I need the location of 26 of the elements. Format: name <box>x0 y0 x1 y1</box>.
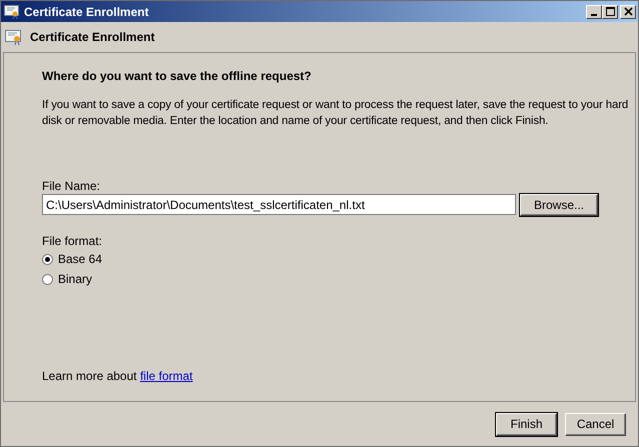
file-name-label: File Name: <box>42 179 102 193</box>
header-title: Certificate Enrollment <box>30 30 155 44</box>
radio-icon[interactable] <box>42 274 53 284</box>
description: If you want to save a copy of your certificate request or want to process the request later, save the request to your hard disk or removable media. Enter the location and name of your certificate request, and then click Finish. <box>42 98 630 129</box>
certificate-icon <box>4 4 20 18</box>
certificate-icon <box>5 29 23 45</box>
file-name-field[interactable]: C:\Users\Administrator\Documents\test_sslcertificaten_nl.txt <box>42 194 516 215</box>
file-format-label: File format: <box>42 234 104 248</box>
radio-label: Base 64 <box>58 252 102 266</box>
close-icon <box>624 7 632 16</box>
close-button[interactable] <box>620 4 636 18</box>
heading: Where do you want to save the offline request? <box>42 69 312 83</box>
window-title: Certificate Enrollment <box>24 4 149 18</box>
maximize-button[interactable] <box>602 4 618 18</box>
radio-option[interactable]: Binary <box>42 270 615 288</box>
browse-button[interactable]: Browse... <box>520 194 598 216</box>
cancel-button[interactable]: Cancel <box>565 412 626 436</box>
radio-label: Binary <box>58 272 92 286</box>
maximize-icon <box>606 7 614 16</box>
minimize-icon <box>591 14 597 16</box>
radio-option[interactable]: Base 64 <box>42 250 615 268</box>
file-format-link[interactable]: file format <box>140 369 193 383</box>
minimize-button[interactable] <box>586 4 602 18</box>
finish-button[interactable]: Finish <box>496 412 557 436</box>
learn-more-text: Learn more about file format <box>42 369 193 383</box>
radio-icon[interactable] <box>42 254 53 264</box>
